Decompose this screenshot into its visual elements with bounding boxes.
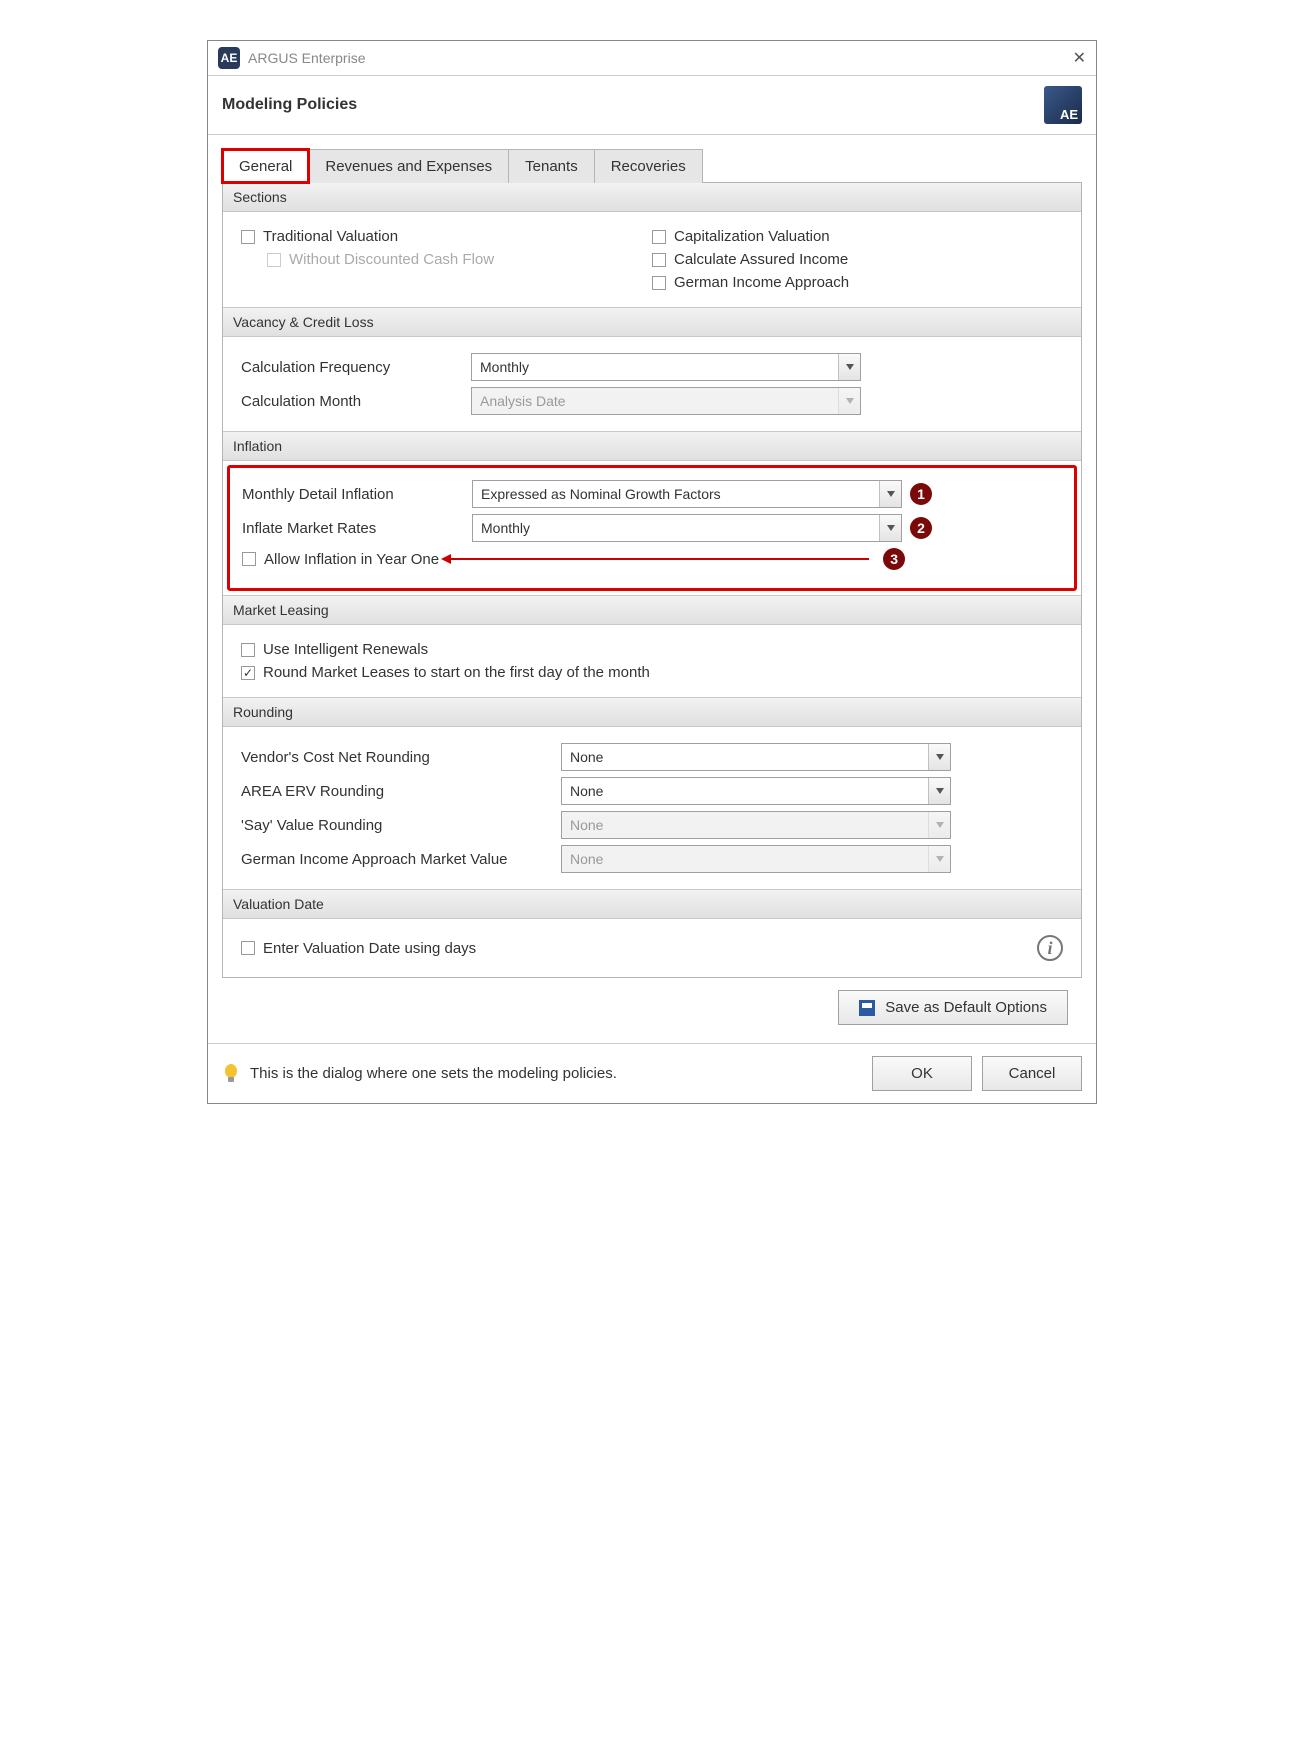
callout-1: 1	[910, 483, 932, 505]
tab-revenues-expenses[interactable]: Revenues and Expenses	[308, 149, 509, 183]
app-icon: AE	[218, 47, 240, 69]
select-calc-frequency[interactable]: Monthly	[471, 353, 861, 381]
chevron-down-icon	[928, 744, 950, 770]
label-german-mv-rounding: German Income Approach Market Value	[241, 851, 561, 868]
select-inflate-rates-value: Monthly	[473, 520, 879, 536]
ok-button[interactable]: OK	[872, 1056, 972, 1091]
chevron-down-icon	[928, 812, 950, 838]
select-say-rounding: None	[561, 811, 951, 839]
label-german-income: German Income Approach	[674, 274, 849, 291]
label-valuation-date-days: Enter Valuation Date using days	[263, 940, 476, 957]
select-say-rounding-value: None	[562, 817, 928, 833]
label-say-rounding: 'Say' Value Rounding	[241, 817, 561, 834]
select-monthly-detail-value: Expressed as Nominal Growth Factors	[473, 486, 879, 502]
chevron-down-icon	[879, 481, 901, 507]
info-icon[interactable]: i	[1037, 935, 1063, 961]
select-german-mv-rounding-value: None	[562, 851, 928, 867]
dialog-title: Modeling Policies	[222, 96, 357, 114]
dialog-header: Modeling Policies AE	[208, 76, 1096, 135]
hint-text: This is the dialog where one sets the mo…	[250, 1065, 862, 1082]
select-calc-frequency-value: Monthly	[472, 359, 838, 375]
app-name: ARGUS Enterprise	[248, 50, 365, 66]
select-calc-month: Analysis Date	[471, 387, 861, 415]
label-intelligent-renewals: Use Intelligent Renewals	[263, 641, 428, 658]
section-header-rounding: Rounding	[223, 697, 1081, 727]
tab-tenants[interactable]: Tenants	[508, 149, 595, 183]
checkbox-capitalization-valuation[interactable]	[652, 230, 666, 244]
label-assured-income: Calculate Assured Income	[674, 251, 848, 268]
checkbox-intelligent-renewals[interactable]	[241, 643, 255, 657]
section-header-inflation: Inflation	[223, 431, 1081, 461]
checkbox-assured-income[interactable]	[652, 253, 666, 267]
select-monthly-detail-inflation[interactable]: Expressed as Nominal Growth Factors	[472, 480, 902, 508]
callout-3: 3	[883, 548, 905, 570]
label-calc-frequency: Calculation Frequency	[241, 359, 471, 376]
dialog-footer: This is the dialog where one sets the mo…	[208, 1043, 1096, 1103]
select-vendor-rounding-value: None	[562, 749, 928, 765]
chevron-down-icon	[838, 388, 860, 414]
checkbox-without-dcf	[267, 253, 281, 267]
label-capitalization-valuation: Capitalization Valuation	[674, 228, 830, 245]
chevron-down-icon	[928, 778, 950, 804]
section-header-valuation-date: Valuation Date	[223, 889, 1081, 919]
select-german-mv-rounding: None	[561, 845, 951, 873]
chevron-down-icon	[928, 846, 950, 872]
chevron-down-icon	[879, 515, 901, 541]
section-header-sections: Sections	[223, 183, 1081, 212]
select-calc-month-value: Analysis Date	[472, 393, 838, 409]
inflation-highlight-box: Monthly Detail Inflation Expressed as No…	[227, 465, 1077, 591]
select-inflate-market-rates[interactable]: Monthly	[472, 514, 902, 542]
ok-label: OK	[911, 1065, 933, 1082]
label-allow-inflation-year-one: Allow Inflation in Year One	[264, 551, 439, 568]
label-traditional-valuation: Traditional Valuation	[263, 228, 398, 245]
tab-panel: Sections Traditional Valuation Without D…	[222, 182, 1082, 978]
section-header-vacancy: Vacancy & Credit Loss	[223, 307, 1081, 337]
callout-2: 2	[910, 517, 932, 539]
save-default-button[interactable]: Save as Default Options	[838, 990, 1068, 1025]
checkbox-german-income[interactable]	[652, 276, 666, 290]
select-area-erv-rounding[interactable]: None	[561, 777, 951, 805]
label-calc-month: Calculation Month	[241, 393, 471, 410]
section-header-market-leasing: Market Leasing	[223, 595, 1081, 625]
chevron-down-icon	[838, 354, 860, 380]
close-icon[interactable]: ✕	[1073, 48, 1086, 68]
label-vendor-rounding: Vendor's Cost Net Rounding	[241, 749, 561, 766]
lightbulb-icon	[222, 1063, 240, 1085]
tabs: General Revenues and Expenses Tenants Re…	[222, 149, 1082, 183]
save-default-label: Save as Default Options	[885, 999, 1047, 1016]
checkbox-allow-inflation-year-one[interactable]	[242, 552, 256, 566]
select-vendor-rounding[interactable]: None	[561, 743, 951, 771]
cancel-button[interactable]: Cancel	[982, 1056, 1082, 1091]
select-area-erv-rounding-value: None	[562, 783, 928, 799]
label-without-dcf: Without Discounted Cash Flow	[289, 251, 494, 268]
ae-logo-icon: AE	[1044, 86, 1082, 124]
tab-recoveries[interactable]: Recoveries	[594, 149, 703, 183]
checkbox-traditional-valuation[interactable]	[241, 230, 255, 244]
callout-arrow	[449, 558, 869, 560]
tab-general[interactable]: General	[222, 149, 309, 183]
label-monthly-detail-inflation: Monthly Detail Inflation	[242, 486, 472, 503]
cancel-label: Cancel	[1009, 1065, 1056, 1082]
checkbox-round-market-leases[interactable]	[241, 666, 255, 680]
titlebar: AE ARGUS Enterprise ✕	[208, 41, 1096, 76]
checkbox-valuation-date-days[interactable]	[241, 941, 255, 955]
modeling-policies-dialog: AE ARGUS Enterprise ✕ Modeling Policies …	[207, 40, 1097, 1104]
save-icon	[859, 1000, 875, 1016]
label-inflate-market-rates: Inflate Market Rates	[242, 520, 472, 537]
label-round-market-leases: Round Market Leases to start on the firs…	[263, 664, 650, 681]
label-area-erv-rounding: AREA ERV Rounding	[241, 783, 561, 800]
